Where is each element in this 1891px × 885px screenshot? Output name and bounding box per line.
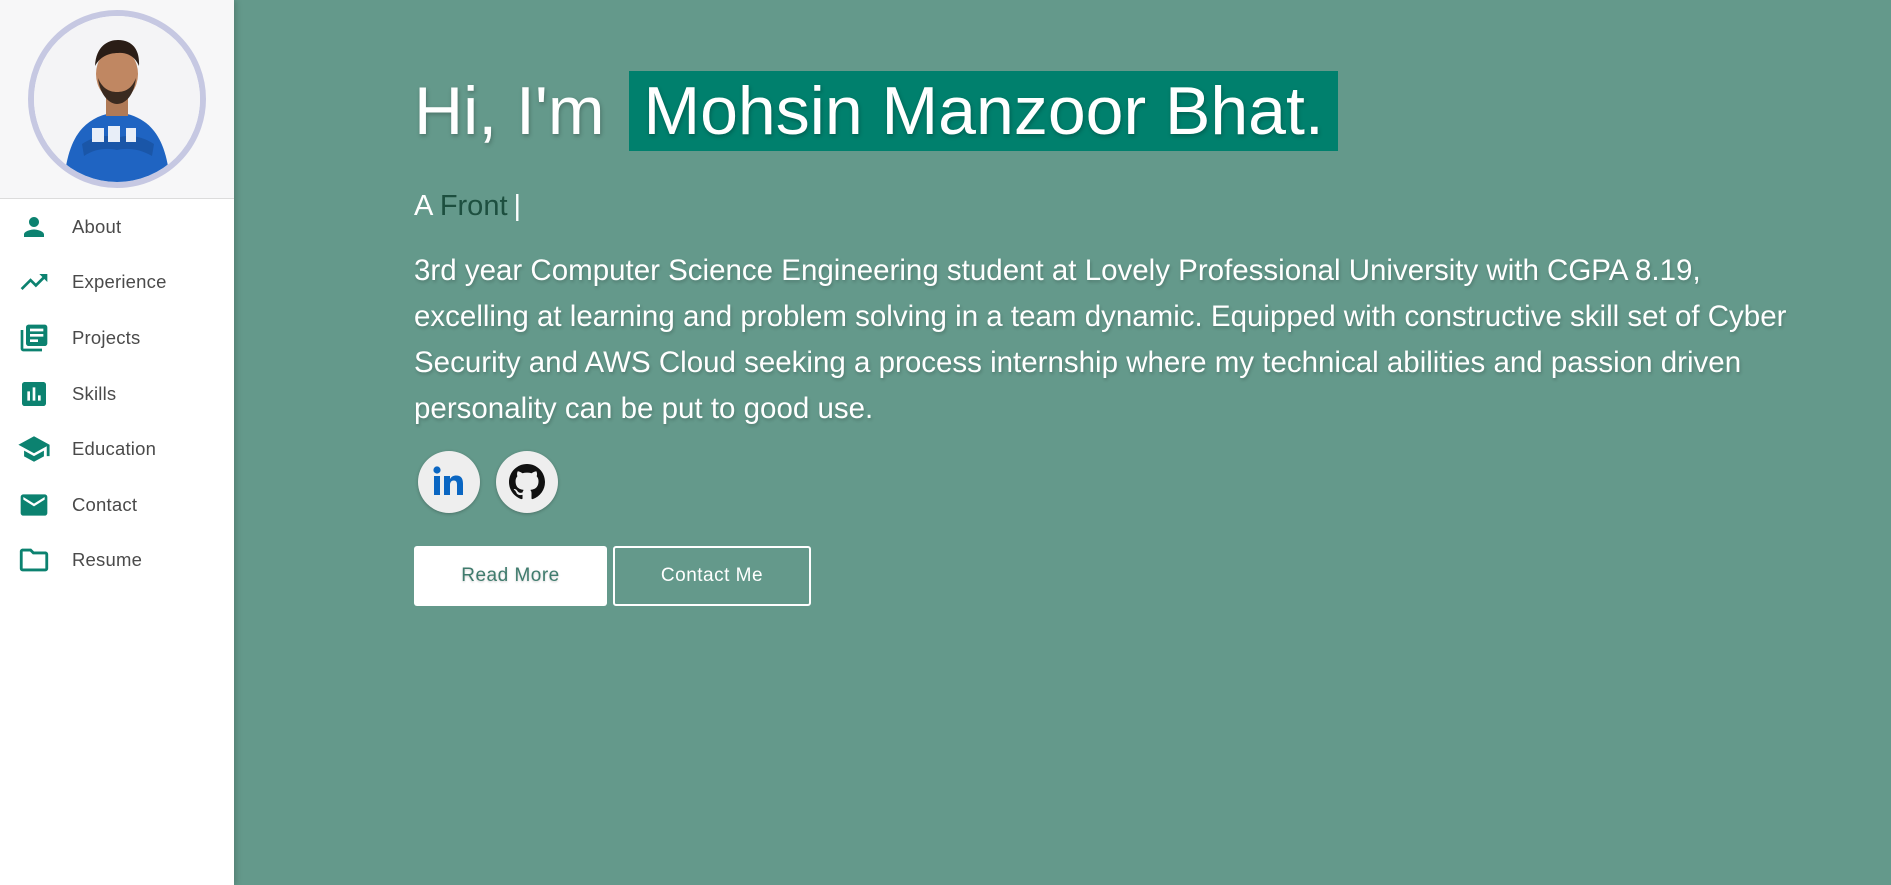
page: About Experience Projects Skills Educati… bbox=[0, 0, 1891, 885]
read-more-button[interactable]: Read More bbox=[414, 546, 607, 606]
contact-me-button[interactable]: Contact Me bbox=[613, 546, 811, 606]
sidebar-item-resume[interactable]: Resume bbox=[0, 533, 234, 589]
linkedin-link[interactable] bbox=[418, 451, 480, 513]
linkedin-icon bbox=[433, 466, 463, 495]
sidebar-item-label: Resume bbox=[72, 549, 143, 571]
hero-greeting: Hi, I'm bbox=[414, 73, 605, 149]
sidebar-item-contact[interactable]: Contact bbox=[0, 477, 234, 533]
typed-role-line: A Front | bbox=[414, 190, 521, 223]
sidebar-item-experience[interactable]: Experience bbox=[0, 255, 234, 311]
sidebar-item-label: Projects bbox=[72, 326, 141, 348]
mail-icon bbox=[17, 488, 51, 522]
trending-up-icon bbox=[17, 265, 51, 299]
avatar-area bbox=[0, 0, 234, 199]
typed-word: Front bbox=[439, 190, 508, 222]
person-icon bbox=[17, 210, 51, 244]
github-link[interactable] bbox=[496, 451, 558, 513]
sidebar-item-label: Contact bbox=[72, 493, 138, 515]
hero-title: Hi, I'm Mohsin Manzoor Bhat. bbox=[414, 70, 1338, 152]
sidebar-item-label: Education bbox=[72, 438, 157, 460]
social-links bbox=[418, 451, 558, 513]
school-icon bbox=[17, 432, 51, 466]
folder-icon bbox=[17, 543, 51, 577]
sidebar-item-label: About bbox=[72, 215, 122, 237]
sidebar-nav: About Experience Projects Skills Educati… bbox=[0, 199, 234, 588]
sidebar-item-education[interactable]: Education bbox=[0, 421, 234, 477]
sidebar-item-label: Skills bbox=[72, 382, 117, 404]
avatar[interactable] bbox=[28, 10, 206, 188]
bio-paragraph: 3rd year Computer Science Engineering st… bbox=[414, 254, 1787, 425]
typed-caret: | bbox=[513, 190, 522, 222]
hero-name: Mohsin Manzoor Bhat. bbox=[629, 71, 1338, 151]
bar-chart-icon bbox=[17, 377, 51, 411]
sidebar: About Experience Projects Skills Educati… bbox=[0, 0, 234, 885]
sidebar-item-projects[interactable]: Projects bbox=[0, 310, 234, 366]
sidebar-item-label: Experience bbox=[72, 271, 167, 293]
library-books-icon bbox=[17, 321, 51, 355]
github-icon bbox=[509, 464, 545, 500]
hero-buttons: Read More Contact Me bbox=[414, 546, 811, 606]
avatar-photo bbox=[34, 16, 200, 182]
sidebar-item-skills[interactable]: Skills bbox=[0, 366, 234, 422]
sidebar-item-about[interactable]: About bbox=[0, 199, 234, 255]
typed-prefix: A bbox=[414, 190, 432, 222]
